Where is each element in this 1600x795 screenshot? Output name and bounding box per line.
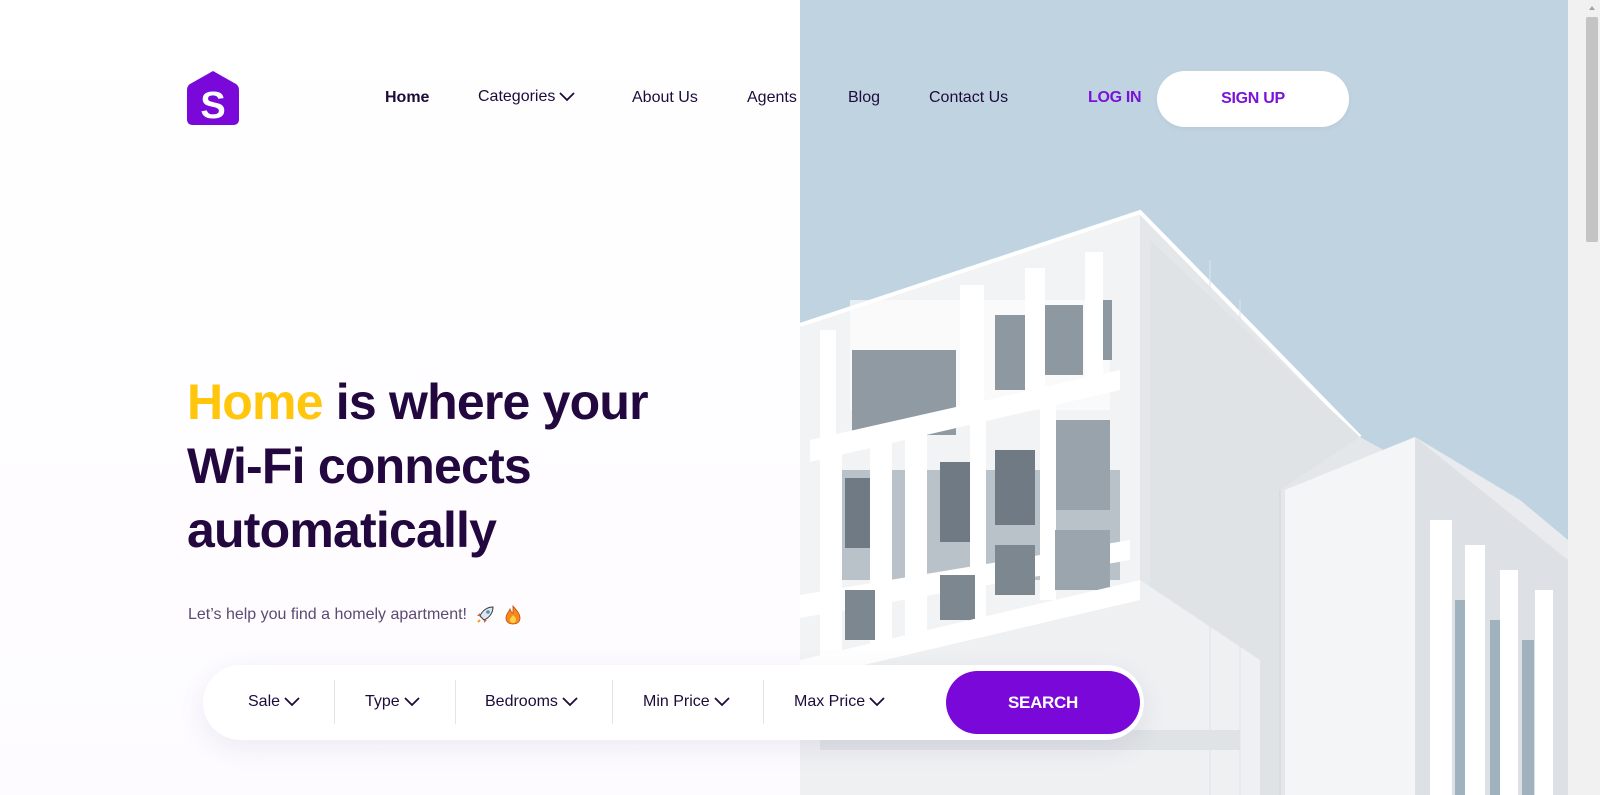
search-button[interactable]: SEARCH [946, 671, 1140, 734]
brand-logo[interactable]: S [187, 70, 239, 127]
filter-max-price[interactable]: Max Price [794, 690, 885, 714]
filter-sale-label: Sale [248, 693, 281, 710]
rocket-icon [477, 606, 494, 623]
filter-min-price[interactable]: Min Price [643, 690, 730, 714]
headline-line3: automatically [187, 502, 497, 558]
signup-button[interactable]: SIGN UP [1157, 71, 1349, 127]
svg-text:S: S [200, 85, 225, 126]
headline-highlight: Home [187, 374, 324, 430]
hero-subline-text: Let’s help you find a homely apartment! [188, 606, 467, 623]
scrollbar-up-arrow-icon[interactable] [1586, 0, 1598, 16]
filter-type[interactable]: Type [365, 690, 420, 714]
chevron-down-icon [284, 697, 300, 707]
chevron-down-icon [562, 697, 578, 707]
nav-contact-us[interactable]: Contact Us [929, 86, 1008, 110]
nav-blog[interactable]: Blog [848, 86, 880, 110]
nav-categories-label: Categories [478, 88, 556, 105]
filter-divider [612, 680, 613, 724]
scrollbar-thumb[interactable] [1586, 17, 1598, 242]
headline-line2: Wi-Fi connects [187, 438, 532, 494]
filter-divider [334, 680, 335, 724]
hero-headline: Home is where your Wi-Fi connects automa… [187, 370, 747, 562]
filter-type-label: Type [365, 693, 400, 710]
chevron-down-icon [404, 697, 420, 707]
headline-line1: is where your [322, 374, 649, 430]
filter-divider [455, 680, 456, 724]
chevron-down-icon [559, 92, 576, 102]
filter-bedrooms[interactable]: Bedrooms [485, 690, 578, 714]
hero-subline: Let’s help you find a homely apartment! [188, 603, 522, 627]
house-logo-icon: S [187, 71, 239, 127]
nav-about-us[interactable]: About Us [632, 86, 698, 110]
filter-divider [763, 680, 764, 724]
fire-icon [505, 604, 521, 625]
filter-max-price-label: Max Price [794, 693, 866, 710]
nav-categories[interactable]: Categories [478, 85, 576, 109]
nav-agents[interactable]: Agents [747, 86, 797, 110]
chevron-down-icon [714, 697, 730, 707]
filter-bedrooms-label: Bedrooms [485, 693, 558, 710]
nav-home[interactable]: Home [385, 86, 429, 110]
filter-min-price-label: Min Price [643, 693, 710, 710]
filter-sale[interactable]: Sale [248, 690, 300, 714]
login-link[interactable]: LOG IN [1088, 86, 1142, 110]
chevron-down-icon [869, 697, 885, 707]
